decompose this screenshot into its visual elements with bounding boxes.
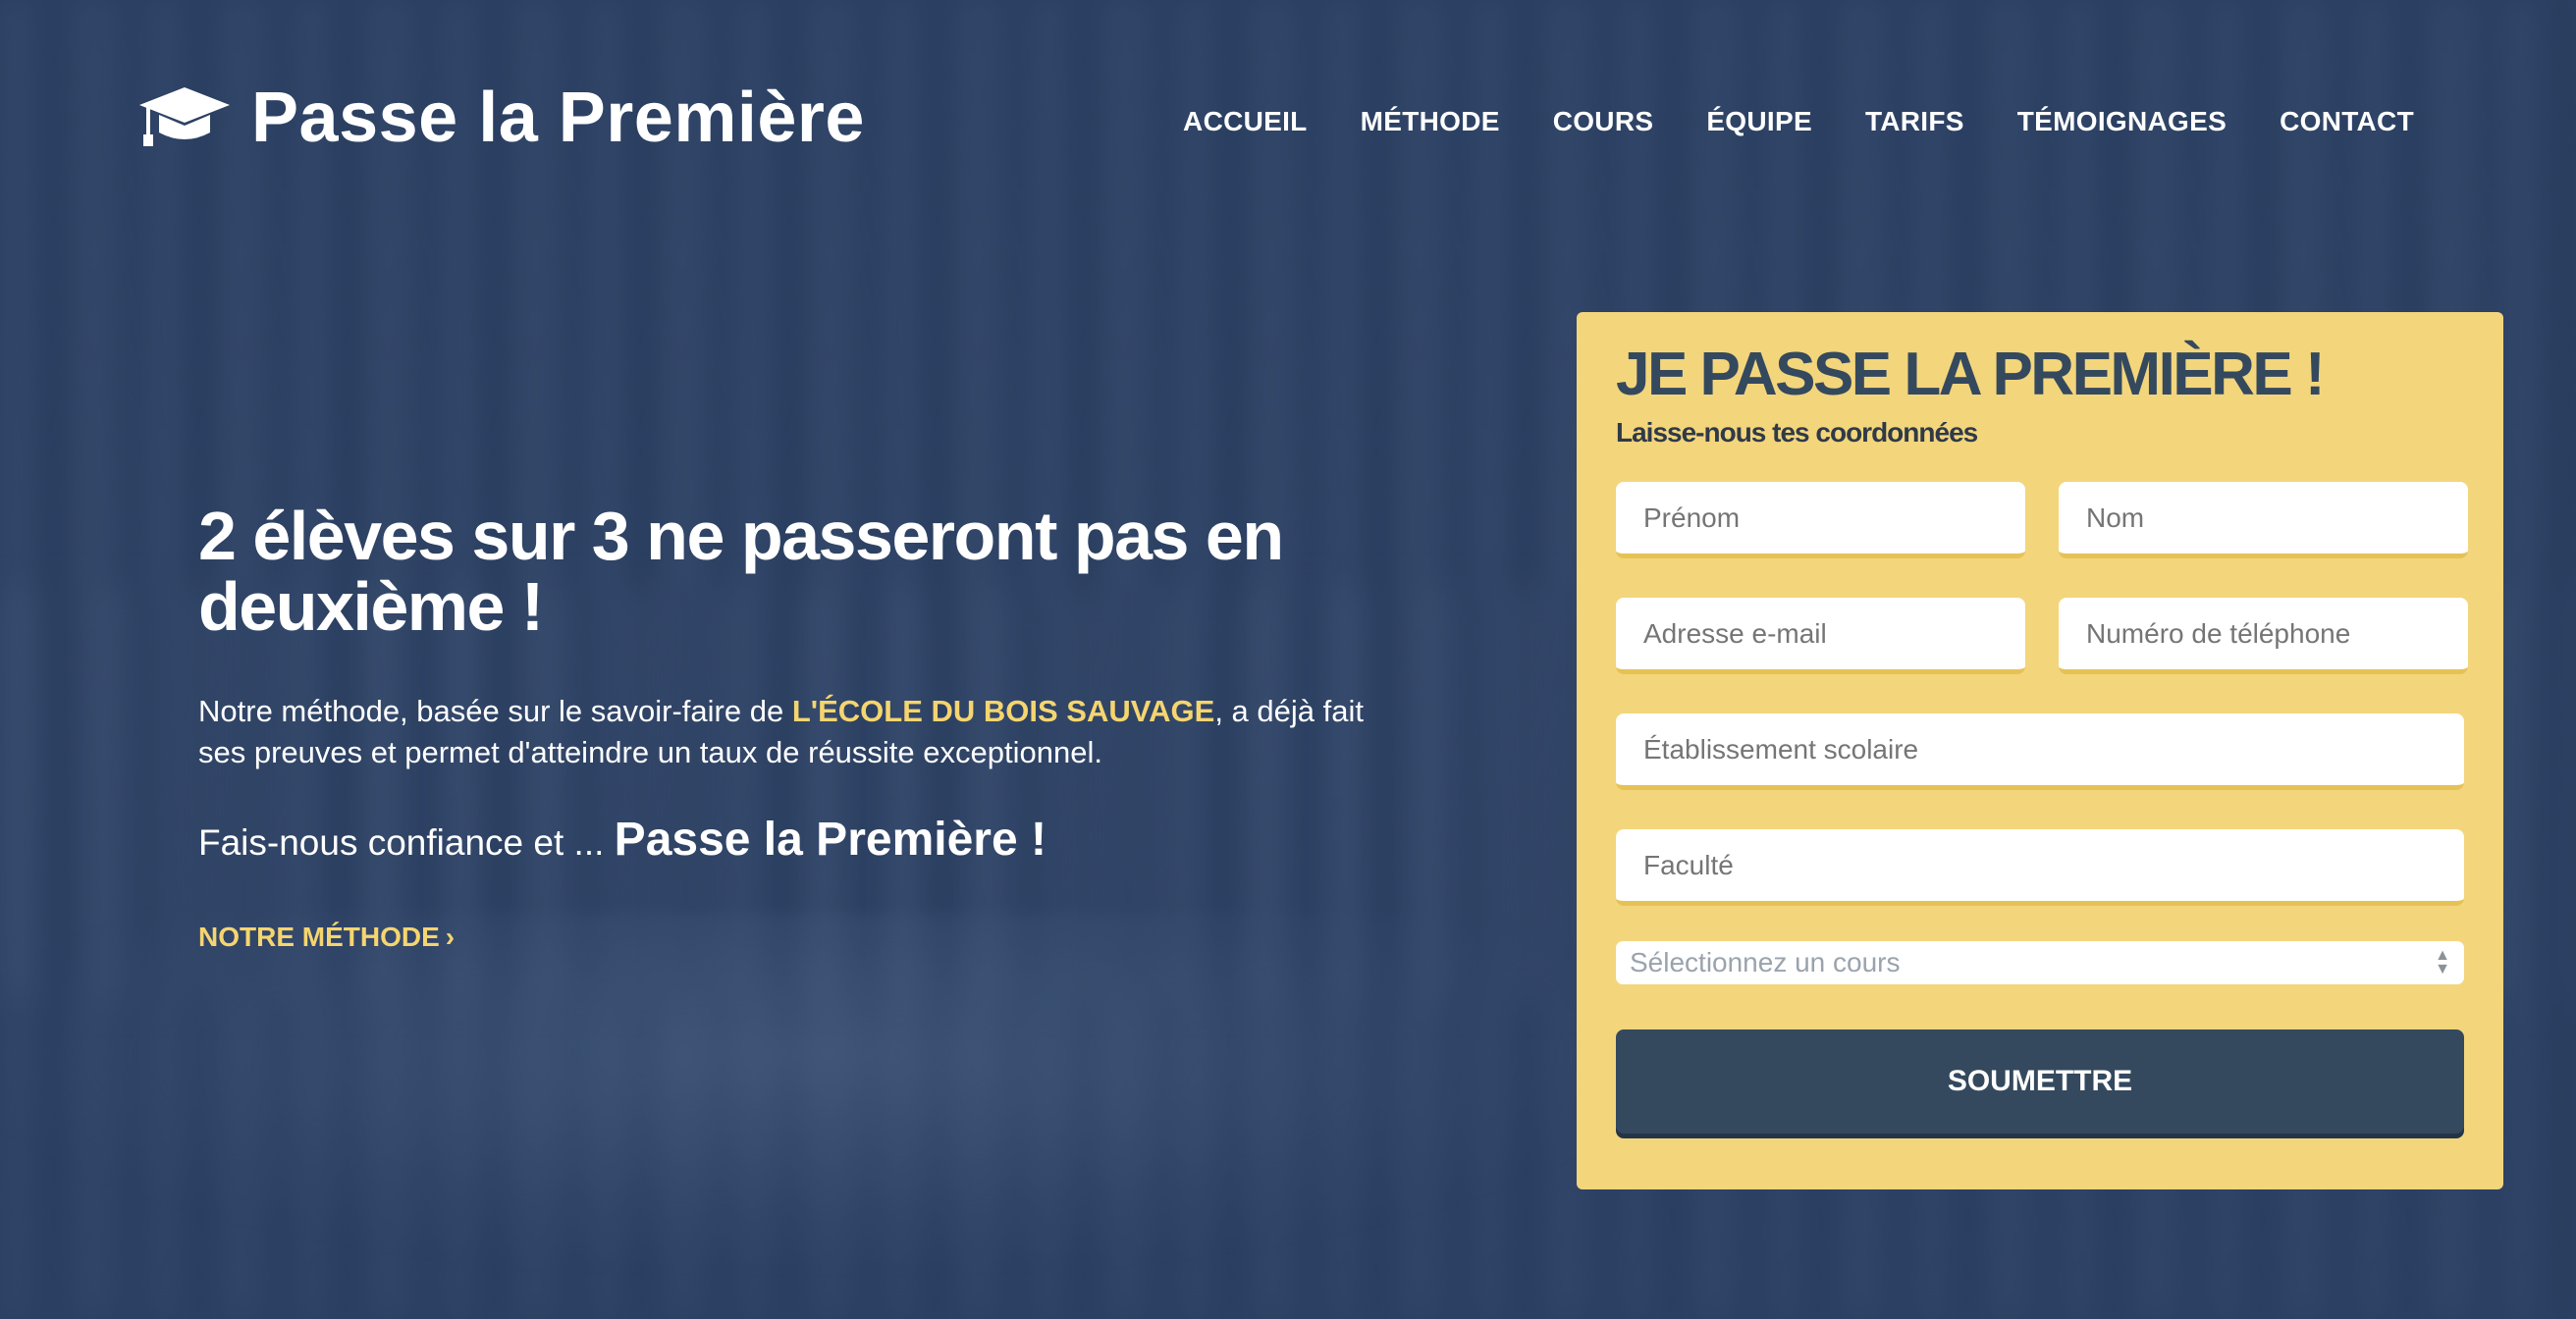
faculty-row [1616,829,2464,906]
first-name-input[interactable] [1616,482,2025,558]
brand-name: Passe la Première [251,79,865,157]
school-highlight: L'ÉCOLE DU BOIS SAUVAGE [791,694,1215,728]
form-subtitle: Laisse-nous tes coordonnées [1616,417,1978,448]
submit-button[interactable]: SOUMETTRE [1616,1029,2464,1134]
nav-contact[interactable]: CONTACT [2280,106,2414,137]
trust-strong: Passe la Première ! [614,814,1046,866]
nav-methode[interactable]: MÉTHODE [1361,106,1500,137]
hero-section: 2 élèves sur 3 ne passeront pas en deuxi… [198,501,1445,953]
nav-equipe[interactable]: ÉQUIPE [1706,106,1812,137]
nav-cours[interactable]: COURS [1553,106,1654,137]
main-nav: ACCUEIL MÉTHODE COURS ÉQUIPE TARIFS TÉMO… [1183,106,2414,137]
nav-tarifs[interactable]: TARIFS [1865,106,1964,137]
school-input[interactable] [1616,713,2464,790]
faculty-input[interactable] [1616,829,2464,906]
course-select[interactable]: Sélectionnez un cours ▲ ▼ [1616,941,2464,984]
graduation-cap-icon [139,87,230,146]
phone-input[interactable] [2059,598,2468,674]
hero-description-start: Notre méthode, basée sur le savoir-faire… [198,694,792,728]
school-row [1616,713,2464,790]
contact-row [1616,598,2468,674]
email-input[interactable] [1616,598,2025,674]
brand-logo[interactable]: Passe la Première [137,69,865,167]
nav-accueil[interactable]: ACCUEIL [1183,106,1308,137]
notre-methode-label: NOTRE MÉTHODE [198,922,440,952]
hero-trust-line: Fais-nous confiance et ... Passe la Prem… [198,813,1445,867]
chevron-right-icon: › [445,922,456,952]
form-title: JE PASSE LA PREMIÈRE ! [1616,341,2326,408]
last-name-input[interactable] [2059,482,2468,558]
notre-methode-link[interactable]: NOTRE MÉTHODE › [198,922,455,953]
hero-headline: 2 élèves sur 3 ne passeront pas en deuxi… [198,498,1284,645]
hero-description: Notre méthode, basée sur le savoir-faire… [198,691,1406,773]
course-select-value: Sélectionnez un cours [1630,947,1901,977]
nav-temoignages[interactable]: TÉMOIGNAGES [2017,106,2227,137]
trust-text: Fais-nous confiance et ... [198,822,615,863]
select-arrows-icon: ▲ ▼ [2435,947,2450,977]
signup-form: JE PASSE LA PREMIÈRE ! Laisse-nous tes c… [1577,312,2503,1189]
name-row [1616,482,2468,558]
